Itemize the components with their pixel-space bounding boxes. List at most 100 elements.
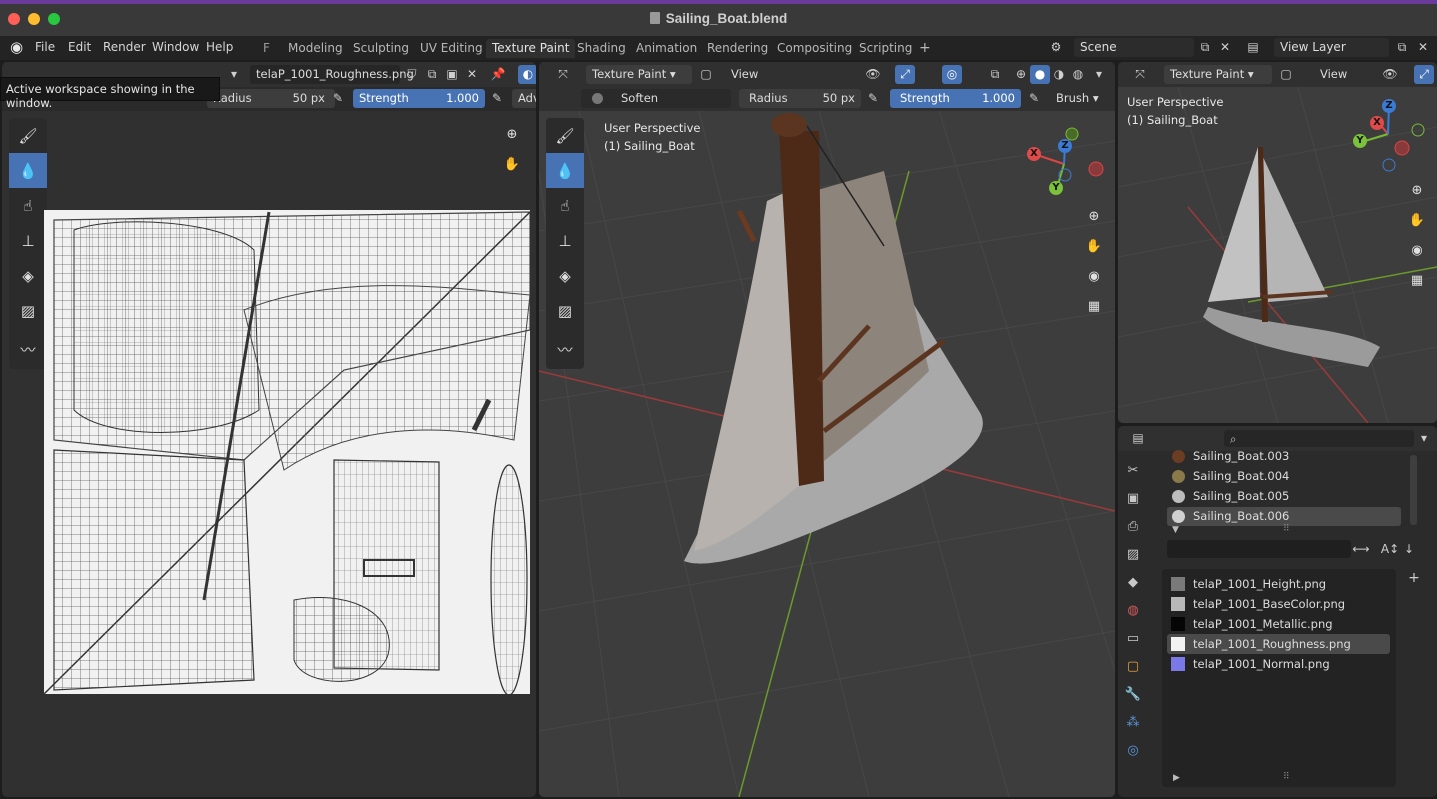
new-scene-icon[interactable]: ⧉	[1195, 38, 1215, 57]
soften-brush-icon[interactable]: 💧	[546, 153, 584, 188]
tab-uv-editing[interactable]: UV Editing	[414, 39, 489, 58]
tab-scripting[interactable]: Scripting	[853, 39, 918, 58]
rendered-shading-icon[interactable]: ◍	[1068, 65, 1088, 84]
clone-brush-icon[interactable]: ⊥	[546, 223, 584, 258]
pan-hand-icon[interactable]: ✋	[500, 152, 524, 176]
mask-brush-icon[interactable]: ▨	[546, 293, 584, 328]
list-item[interactable]: telaP_1001_Normal.png	[1167, 654, 1390, 674]
expand-arrow-icon[interactable]: ▼	[1172, 525, 1179, 535]
gizmo-toggle-icon[interactable]: ⤢	[895, 65, 915, 84]
list-item[interactable]: telaP_1001_Height.png	[1167, 574, 1390, 594]
strength-pressure-icon[interactable]: ✎	[1024, 89, 1044, 108]
tab-rendering[interactable]: Rendering	[701, 39, 774, 58]
fill-brush-icon[interactable]: ◈	[546, 258, 584, 293]
gizmo-x-axis[interactable]: X	[1370, 116, 1384, 130]
zoom-icon[interactable]: ⊕	[500, 122, 524, 146]
materials-scrollbar[interactable]	[1410, 455, 1417, 525]
list-item[interactable]: Sailing_Boat.003	[1167, 447, 1401, 466]
draw-brush-icon[interactable]: 🖌	[9, 118, 47, 153]
new-view-layer-icon[interactable]: ⧉	[1392, 38, 1412, 57]
gizmo-toggle-icon[interactable]: ⤢	[1414, 65, 1434, 84]
annotate-icon[interactable]: 〰	[9, 332, 47, 367]
render-tab-icon[interactable]: ▣	[1122, 484, 1144, 512]
modifier-tab-icon[interactable]: 🔧	[1122, 680, 1144, 708]
mask-brush-icon[interactable]: ▨	[9, 293, 47, 328]
blender-logo-icon[interactable]: ◉	[10, 38, 23, 56]
strength-pressure-icon[interactable]: ✎	[487, 89, 507, 108]
gizmo-y-axis[interactable]: Y	[1049, 181, 1063, 195]
texture-slot-icon[interactable]: ▢	[696, 65, 716, 84]
filter-invert-icon[interactable]: ⟷	[1351, 540, 1371, 559]
gizmo-z-axis[interactable]: Z	[1058, 139, 1072, 153]
sort-order-icon[interactable]: ↓	[1399, 540, 1419, 559]
mode-selector[interactable]: Texture Paint ▾	[1164, 65, 1272, 84]
add-workspace-button[interactable]: +	[913, 39, 937, 58]
view-layer-selector-icon[interactable]: ▤	[1243, 38, 1263, 57]
visibility-icon[interactable]: 👁	[1380, 65, 1400, 84]
zoom-icon[interactable]: ⊕	[1082, 204, 1106, 228]
particles-tab-icon[interactable]: ⁂	[1122, 708, 1144, 736]
list-item[interactable]: telaP_1001_Roughness.png	[1167, 634, 1390, 654]
advanced-menu[interactable]: Adv	[512, 89, 536, 108]
open-image-icon[interactable]: ▣	[442, 65, 462, 84]
resize-handle-icon[interactable]: ⠿	[1283, 772, 1290, 782]
menu-edit[interactable]: Edit	[68, 40, 91, 54]
editor-type-icon[interactable]: ▤	[1128, 429, 1148, 448]
gizmo-y-axis[interactable]: Y	[1353, 134, 1367, 148]
view-menu[interactable]: View	[725, 65, 764, 84]
strength-slider[interactable]: Strength 1.000	[353, 89, 485, 108]
tab-sculpting[interactable]: Sculpting	[347, 39, 415, 58]
pan-hand-icon[interactable]: ✋	[1405, 208, 1429, 232]
tab-f[interactable]: F	[257, 39, 276, 58]
view-layer-field[interactable]: View Layer	[1274, 38, 1389, 57]
menu-render[interactable]: Render	[103, 40, 146, 54]
tab-compositing[interactable]: Compositing	[771, 39, 858, 58]
mode-selector[interactable]: Texture Paint ▾	[586, 65, 692, 84]
world-tab-icon[interactable]: ◍	[1122, 596, 1144, 624]
texture-slot-icon[interactable]: ▢	[1276, 65, 1296, 84]
output-tab-icon[interactable]: ⎙	[1122, 512, 1144, 540]
gizmo-z-axis[interactable]: Z	[1382, 99, 1396, 113]
smear-brush-icon[interactable]: ☝	[9, 188, 47, 223]
editor-type-icon[interactable]: ⤧	[1130, 65, 1150, 84]
tab-modeling[interactable]: Modeling	[282, 39, 349, 58]
draw-brush-icon[interactable]: 🖌	[546, 118, 584, 153]
physics-tab-icon[interactable]: ◎	[1122, 736, 1144, 764]
brush-menu[interactable]: Brush ▾	[1050, 89, 1103, 108]
view-layer-tab-icon[interactable]: ▨	[1122, 540, 1144, 568]
add-slot-button[interactable]: +	[1404, 569, 1424, 588]
camera-view-icon[interactable]: ◉	[1082, 264, 1106, 288]
editor-type-icon[interactable]: ⤧	[553, 65, 573, 84]
collection-tab-icon[interactable]: ▭	[1122, 624, 1144, 652]
navigation-gizmo[interactable]	[1019, 124, 1109, 202]
image-browse-icon[interactable]: ▾	[224, 65, 244, 84]
list-item[interactable]: Sailing_Boat.004	[1167, 467, 1401, 486]
menu-file[interactable]: File	[35, 40, 55, 54]
visibility-icon[interactable]: 👁	[863, 65, 883, 84]
tab-texture-paint[interactable]: Texture Paint	[486, 39, 576, 58]
unlink-image-icon[interactable]: ✕	[462, 65, 482, 84]
uv-texture-canvas[interactable]	[44, 210, 530, 694]
list-item[interactable]: Sailing_Boat.005	[1167, 487, 1401, 506]
overlay-toggle-icon[interactable]: ◎	[942, 65, 962, 84]
scene-tab-icon[interactable]: ◆	[1122, 568, 1144, 596]
options-dropdown-icon[interactable]: ▾	[1414, 429, 1434, 448]
delete-scene-icon[interactable]: ✕	[1215, 38, 1235, 57]
radius-slider[interactable]: Radius 50 px	[739, 89, 861, 108]
tab-animation[interactable]: Animation	[630, 39, 703, 58]
tool-tab-icon[interactable]: ✂	[1122, 456, 1144, 484]
xray-icon[interactable]: ⧉	[985, 65, 1005, 84]
sort-alpha-icon[interactable]: A↕	[1380, 540, 1400, 559]
overlay-toggle-icon[interactable]: ◐	[518, 65, 536, 84]
properties-search-input[interactable]: ⌕	[1224, 430, 1414, 447]
brush-selector[interactable]: Soften	[581, 89, 731, 108]
wireframe-shading-icon[interactable]: ⊕	[1011, 65, 1031, 84]
resize-handle-icon[interactable]: ⠿	[1283, 524, 1290, 534]
scene-field[interactable]: Scene	[1074, 38, 1194, 57]
annotate-icon[interactable]: 〰	[546, 332, 584, 367]
shading-options-icon[interactable]: ▾	[1089, 65, 1109, 84]
zoom-icon[interactable]: ⊕	[1405, 178, 1429, 202]
scene-selector-icon[interactable]: ⚙	[1046, 38, 1066, 57]
pin-icon[interactable]: 📌	[488, 65, 508, 84]
camera-view-icon[interactable]: ◉	[1405, 238, 1429, 262]
